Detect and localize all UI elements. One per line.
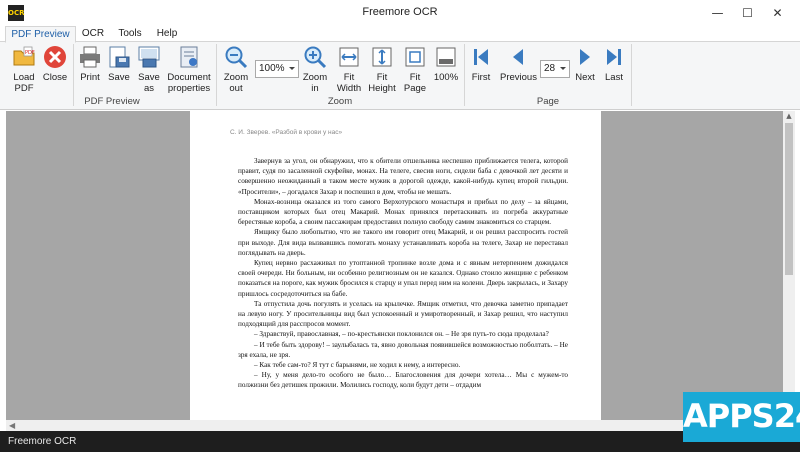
zoom-in-button[interactable]: Zoom in	[300, 45, 330, 94]
ribbon-separator	[631, 44, 632, 106]
actual-size-button[interactable]: 100%	[432, 45, 460, 83]
zoom-level-select[interactable]: 100%	[255, 60, 299, 78]
group-label-zoom: Zoom	[327, 96, 353, 107]
page-header: С. И. Зверев. «Разбой в крови у нас»	[230, 129, 343, 136]
paragraph: Та отпустила дочь погулять и уселась на …	[238, 299, 568, 329]
document-viewer[interactable]: С. И. Зверев. «Разбой в крови у нас» Зав…	[6, 111, 783, 420]
next-page-button[interactable]: Next	[572, 45, 598, 83]
folder-icon: PDF	[13, 46, 35, 66]
fit-width-icon	[339, 47, 359, 67]
fit-page-button[interactable]: Fit Page	[402, 45, 428, 94]
previous-page-button[interactable]: Previous	[500, 45, 537, 83]
ribbon-tabs: PDF Preview OCR Tools Help	[0, 26, 800, 43]
first-page-icon	[474, 49, 488, 65]
ribbon-separator	[464, 44, 465, 106]
first-page-button[interactable]: First	[468, 45, 494, 83]
zoom-in-icon	[304, 46, 327, 69]
ribbon-separator	[216, 44, 217, 106]
chevron-down-icon	[289, 67, 295, 70]
save-button[interactable]: Save	[106, 45, 132, 83]
previous-page-icon	[513, 49, 523, 65]
close-circle-icon	[44, 46, 66, 68]
save-icon	[109, 46, 130, 68]
minimize-button[interactable]: —	[701, 0, 734, 26]
fit-width-button[interactable]: Fit Width	[335, 45, 363, 94]
group-label-pdf-preview: PDF Preview	[84, 96, 140, 107]
document-properties-button[interactable]: Document properties	[167, 45, 211, 94]
tab-tools[interactable]: Tools	[114, 26, 146, 43]
tab-pdf-preview[interactable]: PDF Preview	[5, 26, 76, 43]
vertical-scrollbar[interactable]: ▲ ▼	[783, 111, 795, 420]
paragraph: – Ну, у меня дело-то особого не было… Бл…	[238, 371, 568, 390]
app-window: OCR Freemore OCR — ☐ ✕ PDF Preview OCR T…	[0, 0, 800, 452]
title-bar: OCR Freemore OCR — ☐ ✕	[0, 0, 800, 26]
paragraph: – Здравствуй, православная, – по-крестья…	[254, 330, 549, 339]
page-number-select[interactable]: 28	[540, 60, 570, 78]
horizontal-scrollbar[interactable]: ◀	[6, 420, 783, 431]
document-properties-icon	[180, 46, 198, 68]
zoom-out-icon	[225, 46, 248, 69]
paragraph: – Как тебе сам-то? Я тут с барынями, не …	[254, 361, 461, 370]
chevron-down-icon	[560, 67, 566, 70]
paragraph: Купец нервно расхаживал по утоптанной тр…	[238, 259, 568, 298]
watermark-text: APPS24	[683, 397, 800, 435]
load-pdf-button[interactable]: PDF Load PDF	[8, 45, 40, 94]
paragraph: Завернув за угол, он обнаружил, что к об…	[238, 157, 568, 196]
print-button[interactable]: Print	[77, 45, 103, 83]
save-as-button[interactable]: Save as	[135, 45, 163, 94]
watermark-logo: APPS24	[683, 392, 800, 442]
paragraph: Ямщику было любопытно, что же такого им …	[238, 228, 568, 257]
maximize-button[interactable]: ☐	[731, 0, 764, 26]
tab-ocr[interactable]: OCR	[78, 26, 108, 43]
last-page-icon	[607, 49, 621, 65]
save-as-icon	[138, 46, 160, 68]
svg-text:PDF: PDF	[25, 50, 35, 56]
tab-help[interactable]: Help	[152, 26, 182, 43]
scroll-left-icon[interactable]: ◀	[9, 420, 15, 431]
fit-height-icon	[372, 47, 392, 67]
close-document-button[interactable]: Close	[40, 45, 70, 83]
close-window-button[interactable]: ✕	[761, 0, 794, 26]
page-body: Завернув за угол, он обнаружил, что к об…	[238, 156, 568, 391]
zoom-out-button[interactable]: Zoom out	[222, 45, 250, 94]
ribbon: PDF Load PDF Close Print Save Save as Do…	[0, 42, 800, 110]
last-page-button[interactable]: Last	[601, 45, 627, 83]
scroll-up-icon[interactable]: ▲	[783, 112, 795, 120]
status-bar: Freemore OCR	[0, 431, 800, 452]
fit-page-icon	[405, 47, 425, 67]
window-title: Freemore OCR	[362, 6, 438, 18]
vertical-scroll-thumb[interactable]	[785, 123, 793, 275]
actual-size-icon	[436, 47, 456, 67]
group-label-page: Page	[536, 96, 560, 107]
printer-icon	[80, 46, 100, 68]
paragraph: Монах-возница оказался из того самого Ве…	[238, 197, 568, 227]
paragraph: – И тебе быть здорову! – заулыбалась та,…	[238, 340, 568, 359]
status-text: Freemore OCR	[8, 436, 77, 447]
next-page-icon	[580, 49, 590, 65]
fit-height-button[interactable]: Fit Height	[367, 45, 397, 94]
pdf-page: С. И. Зверев. «Разбой в крови у нас» Зав…	[190, 111, 601, 420]
